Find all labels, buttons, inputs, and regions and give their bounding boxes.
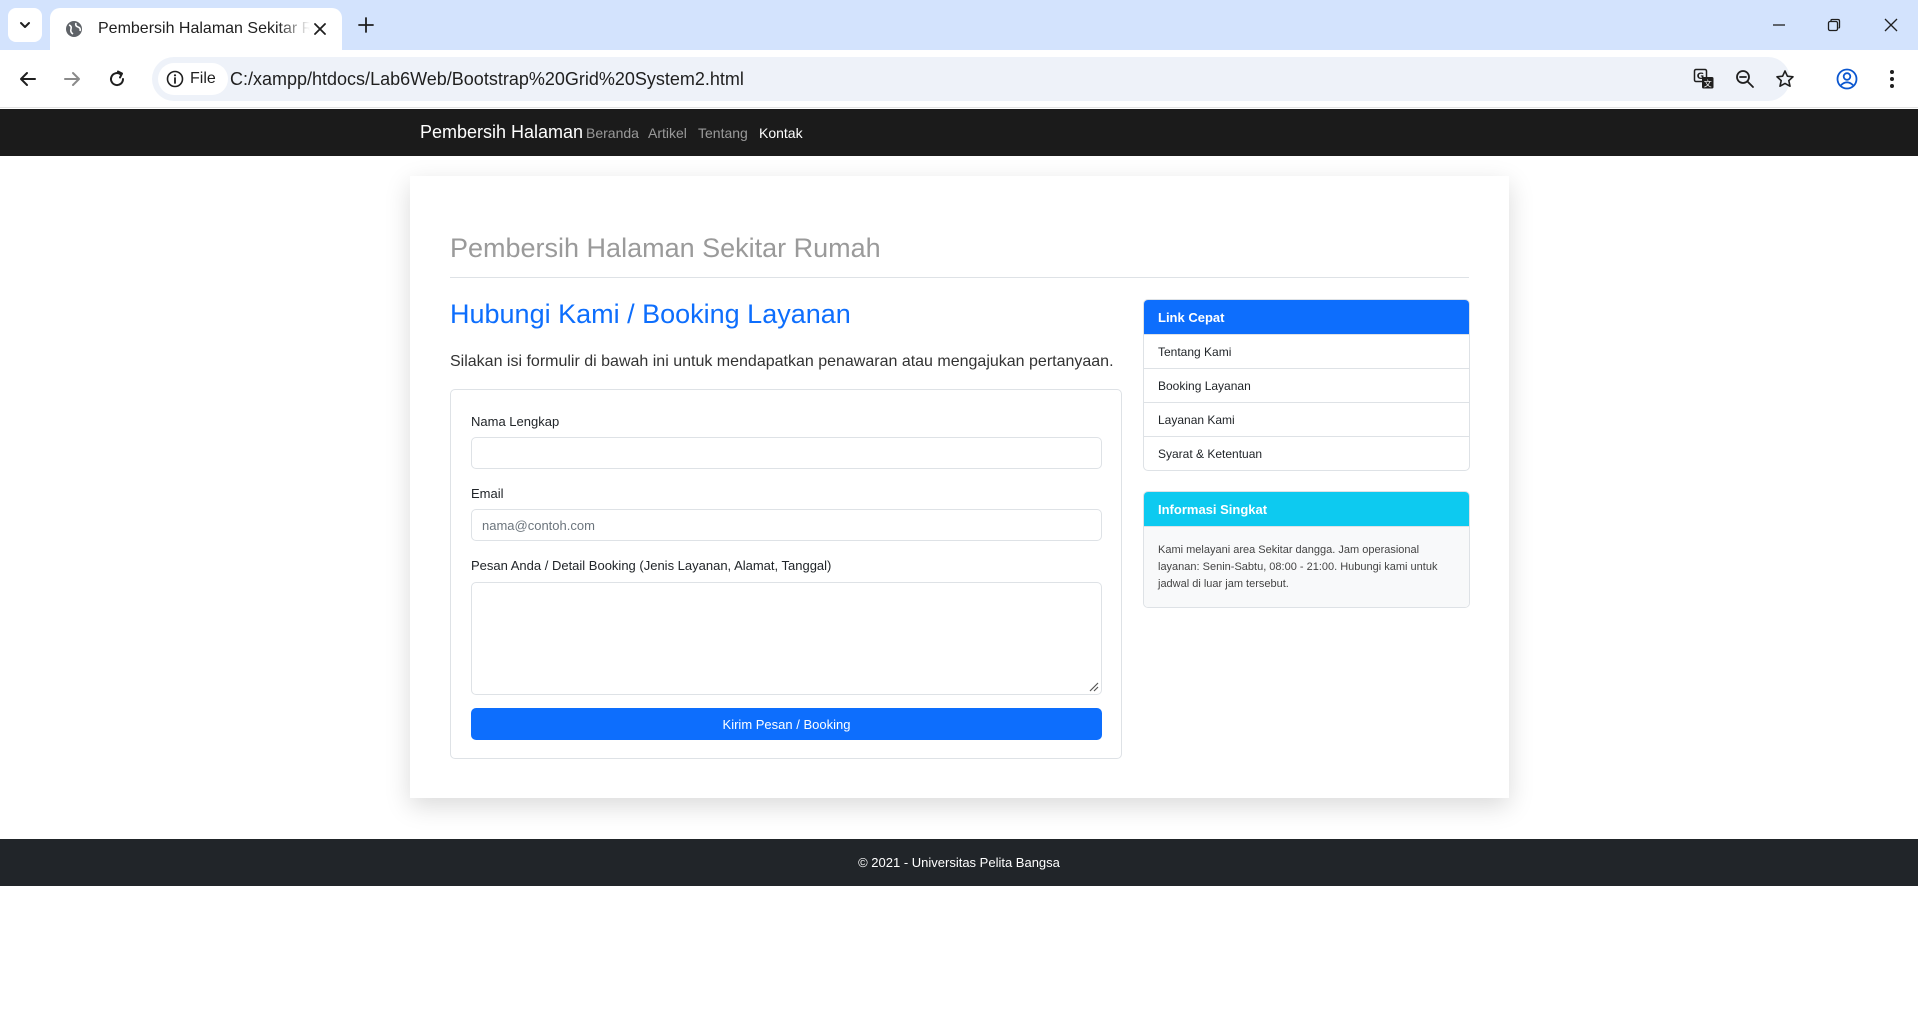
quick-links-card: Link Cepat Tentang Kami Booking Layanan … xyxy=(1143,299,1470,471)
quick-link-tentang-kami[interactable]: Tentang Kami xyxy=(1144,334,1469,368)
site-chip-label: File xyxy=(190,70,216,87)
message-label: Pesan Anda / Detail Booking (Jenis Layan… xyxy=(471,558,832,573)
nav-link-artikel[interactable]: Artikel xyxy=(648,125,687,141)
page-title: Pembersih Halaman Sekitar Rumah xyxy=(450,233,881,263)
account-icon xyxy=(1836,68,1858,90)
message-textarea[interactable] xyxy=(471,582,1102,695)
arrow-right-icon xyxy=(64,72,80,86)
contact-title: Hubungi Kami / Booking Layanan xyxy=(450,299,851,329)
submit-button[interactable]: Kirim Pesan / Booking xyxy=(471,708,1102,740)
quick-links-header: Link Cepat xyxy=(1144,300,1469,334)
menu-button[interactable] xyxy=(1876,63,1908,95)
reload-icon xyxy=(110,70,125,87)
divider xyxy=(450,277,1469,278)
name-input[interactable] xyxy=(471,437,1102,469)
close-window-button[interactable] xyxy=(1876,10,1906,40)
browser-tabstrip: Pembersih Halaman Sekitar Rumah xyxy=(0,0,1918,50)
kebab-menu-icon xyxy=(1890,70,1894,88)
svg-text:文: 文 xyxy=(1704,79,1712,89)
browser-tab[interactable]: Pembersih Halaman Sekitar Rumah xyxy=(50,8,342,50)
star-icon xyxy=(1776,70,1794,87)
tab-title: Pembersih Halaman Sekitar Rumah xyxy=(98,20,310,37)
close-icon xyxy=(1884,18,1898,32)
globe-icon xyxy=(66,21,82,37)
restore-button[interactable] xyxy=(1819,10,1849,40)
plus-icon xyxy=(358,17,374,33)
name-label: Nama Lengkap xyxy=(471,414,560,429)
arrow-left-icon xyxy=(20,72,36,86)
zoom-button[interactable] xyxy=(1729,63,1761,95)
navbar-brand[interactable]: Pembersih Halaman xyxy=(420,122,583,143)
email-input[interactable] xyxy=(471,509,1102,541)
address-bar[interactable]: File C:/xampp/htdocs/Lab6Web/Bootstrap%2… xyxy=(152,57,1794,101)
new-tab-button[interactable] xyxy=(352,11,380,39)
translate-button[interactable]: G文 xyxy=(1688,63,1720,95)
minimize-button[interactable] xyxy=(1764,10,1794,40)
footer-text: © 2021 - Universitas Pelita Bangsa xyxy=(858,855,1060,870)
quick-link-syarat-ketentuan[interactable]: Syarat & Ketentuan xyxy=(1144,436,1469,470)
nav-link-beranda[interactable]: Beranda xyxy=(586,125,639,141)
info-header: Informasi Singkat xyxy=(1144,492,1469,526)
restore-icon xyxy=(1827,18,1841,32)
tab-search-button[interactable] xyxy=(8,8,42,42)
bookmark-button[interactable] xyxy=(1769,63,1801,95)
contact-lead: Silakan isi formulir di bawah ini untuk … xyxy=(450,353,1114,370)
translate-icon: G文 xyxy=(1693,68,1714,89)
info-card: Informasi Singkat Kami melayani area Sek… xyxy=(1143,491,1470,608)
email-label: Email xyxy=(471,486,504,501)
url-text[interactable]: C:/xampp/htdocs/Lab6Web/Bootstrap%20Grid… xyxy=(230,69,744,90)
info-text: Kami melayani area Sekitar dangga. Jam o… xyxy=(1144,526,1469,607)
nav-link-tentang[interactable]: Tentang xyxy=(698,125,748,141)
site-info-chip[interactable]: File xyxy=(158,63,228,95)
profile-button[interactable] xyxy=(1831,63,1863,95)
reload-button[interactable] xyxy=(101,63,133,95)
tab-close-button[interactable] xyxy=(310,19,330,39)
quick-link-booking-layanan[interactable]: Booking Layanan xyxy=(1144,368,1469,402)
site-footer: © 2021 - Universitas Pelita Bangsa xyxy=(0,839,1918,886)
main-card: Pembersih Halaman Sekitar Rumah Hubungi … xyxy=(410,176,1509,798)
back-button[interactable] xyxy=(12,63,44,95)
info-icon xyxy=(166,70,184,88)
chevron-down-icon xyxy=(20,22,30,28)
browser-toolbar: File C:/xampp/htdocs/Lab6Web/Bootstrap%2… xyxy=(0,50,1918,108)
zoom-out-icon xyxy=(1736,70,1754,88)
minimize-icon xyxy=(1773,24,1785,26)
contact-form: Nama Lengkap Email Pesan Anda / Detail B… xyxy=(450,389,1122,759)
site-navbar: Pembersih Halaman Beranda Artikel Tentan… xyxy=(0,109,1918,156)
nav-link-kontak[interactable]: Kontak xyxy=(759,125,803,141)
quick-link-layanan-kami[interactable]: Layanan Kami xyxy=(1144,402,1469,436)
close-icon xyxy=(314,23,326,35)
forward-button[interactable] xyxy=(56,63,88,95)
